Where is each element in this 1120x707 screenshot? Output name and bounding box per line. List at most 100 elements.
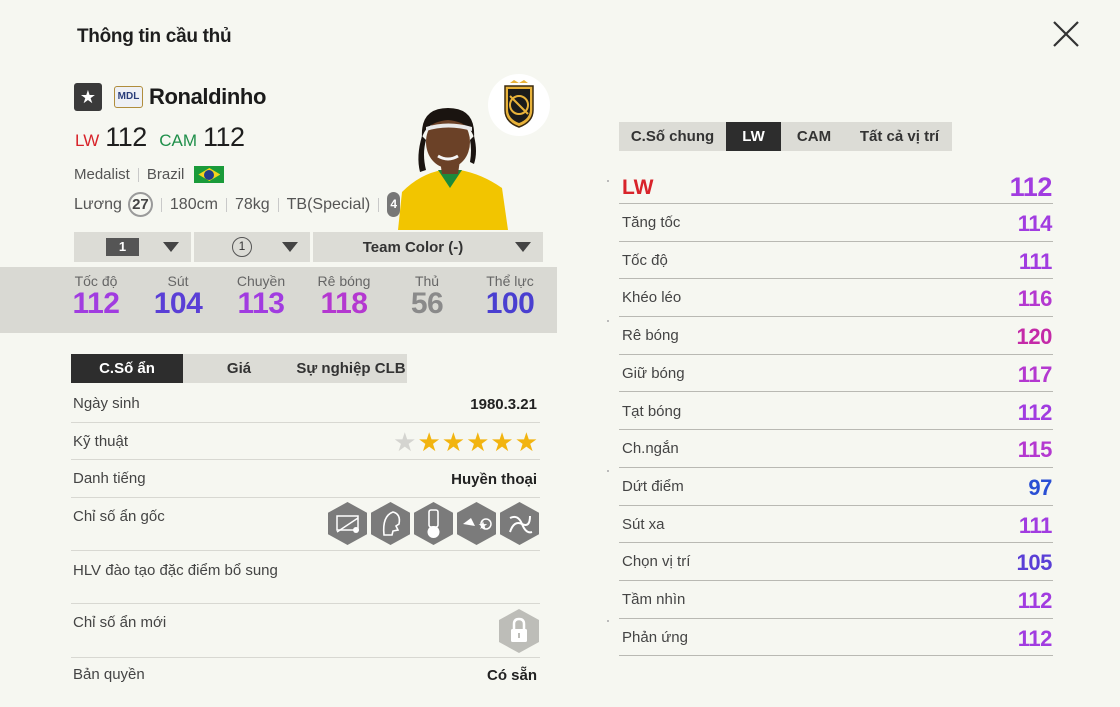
divider (607, 470, 609, 472)
attribute-value: 114 (1017, 211, 1053, 236)
stat-physical: Thể lực 100 (470, 273, 550, 321)
nationality: Brazil (146, 166, 185, 183)
attribute-label: Ch.ngắn (622, 440, 679, 458)
chevron-down-icon (163, 242, 179, 252)
divider (225, 197, 227, 212)
stat-passing: Chuyền 113 (221, 273, 301, 321)
stat-value: 56 (410, 287, 444, 320)
tab-price[interactable]: Giá (183, 354, 295, 383)
position-ovr: 112 (203, 122, 245, 152)
attribute-value: 116 (1017, 286, 1053, 312)
attribute-row: Ch.ngắn 115 (619, 430, 1053, 468)
team-level-select[interactable]: 1 (194, 232, 310, 262)
favorite-star-icon[interactable]: ★ (74, 83, 102, 111)
stat-defending: Thủ 56 (387, 273, 467, 321)
team-color-value: Team Color (-) (362, 238, 464, 256)
new-traits-label: Chỉ số ẩn mới (73, 614, 167, 631)
position-ovr-row: LW 112 (619, 166, 1053, 204)
tab-general-stats[interactable]: C.Số chung (619, 122, 726, 151)
tab-cam[interactable]: CAM (781, 122, 847, 151)
birthday-label: Ngày sinh (73, 395, 140, 412)
tab-hidden-stats[interactable]: C.Số ẩn (71, 354, 183, 383)
attribute-label: Tốc độ (622, 251, 668, 269)
attribute-label: Khéo léo (622, 289, 682, 307)
wage-value: 27 (127, 192, 153, 217)
stat-shooting: Sút 104 (138, 273, 218, 321)
attribute-row: Tầm nhìn 112 (619, 581, 1053, 619)
upgrade-level-value: 1 (106, 238, 139, 256)
attribute-value: 112 (1017, 399, 1053, 425)
tab-all-positions[interactable]: Tất cả vị trí (847, 122, 952, 151)
tab-club-career[interactable]: Sự nghiệp CLB (295, 354, 407, 383)
traits-row: Chỉ số ẩn gốc ★ (71, 498, 540, 551)
club-logo-icon (488, 74, 550, 136)
license-row: Bản quyền Có sẵn (71, 658, 540, 698)
skill-label: Kỹ thuật (73, 433, 129, 450)
player-origin: Medalist Brazil (74, 166, 225, 183)
license-label: Bản quyền (73, 666, 145, 683)
divider (277, 197, 279, 212)
attribute-tabs: C.Số chung LW CAM Tất cả vị trí (619, 122, 952, 151)
height: 180cm (169, 195, 218, 213)
stat-dribbling: Rê bóng 118 (304, 273, 384, 321)
weight: 78kg (234, 195, 270, 213)
tab-lw[interactable]: LW (726, 122, 781, 151)
attribute-label: Chọn vị trí (622, 553, 691, 571)
upgrade-level-select[interactable]: 1 (74, 232, 191, 262)
player-physical: Lương 27 180cm 78kg TB(Special) 4 5 (74, 192, 417, 217)
attribute-label: Tăng tốc (622, 214, 681, 231)
stat-pace: Tốc độ 112 (56, 273, 136, 321)
attribute-label: Phản ứng (622, 628, 688, 646)
stat-value: 104 (153, 287, 203, 320)
attribute-value: 115 (1017, 437, 1053, 463)
attribute-label: Tầm nhìn (622, 591, 686, 608)
star-filled-icon: ★ (466, 427, 490, 457)
traits-label: Chỉ số ẩn gốc (73, 508, 165, 525)
position-ovr: 112 (105, 122, 147, 152)
reputation-row: Danh tiếng Huyền thoại (71, 460, 540, 498)
info-tabs: C.Số ẩn Giá Sự nghiệp CLB (71, 354, 407, 383)
coach-traits-row: HLV đào tạo đặc điểm bổ sung (71, 551, 540, 604)
birthday-row: Ngày sinh 1980.3.21 (71, 385, 540, 423)
attribute-value: 105 (1016, 550, 1052, 576)
page-title: Thông tin cầu thủ (77, 26, 232, 47)
close-icon[interactable] (1050, 18, 1082, 50)
attribute-label: Sút xa (622, 515, 665, 533)
divider (607, 620, 609, 622)
playmaker-trait-icon[interactable]: ★ (457, 502, 496, 545)
skill-row: Kỹ thuật ★ ★ ★ ★ ★ ★ (71, 423, 540, 460)
stat-value: 113 (237, 287, 285, 320)
attribute-row: Chọn vị trí 105 (619, 543, 1053, 581)
attribute-value: 112 (1017, 588, 1053, 613)
star-filled-icon: ★ (490, 427, 514, 457)
coach-traits-label: HLV đào tạo đặc điểm bổ sung (73, 562, 278, 579)
team-color-select[interactable]: Team Color (-) (313, 232, 543, 262)
attribute-row: Phản ứng 112 (619, 619, 1053, 657)
license-value: Có sẵn (486, 667, 537, 684)
attribute-value: 97 (1028, 474, 1052, 500)
attribute-row: Tăng tốc 114 (619, 204, 1053, 242)
technical-dribbler-trait-icon[interactable] (500, 502, 539, 545)
attribute-row: Tốc độ 111 (619, 242, 1053, 280)
skill-stars: ★ ★ ★ ★ ★ ★ (393, 429, 538, 455)
player-name: Ronaldinho (149, 84, 266, 109)
reputation-value: Huyền thoại (451, 471, 537, 488)
position-label: CAM (159, 131, 198, 150)
attribute-value: 120 (1016, 324, 1052, 350)
stat-value: 100 (485, 287, 535, 320)
stat-value: 112 (72, 287, 120, 320)
long-shot-trait-icon[interactable] (328, 502, 367, 545)
speed-dribbler-trait-icon[interactable] (414, 502, 453, 545)
attribute-value: 112 (1017, 625, 1053, 651)
lock-icon[interactable] (499, 609, 539, 653)
star-empty-icon: ★ (393, 427, 417, 457)
divider (607, 320, 609, 322)
star-filled-icon: ★ (417, 427, 441, 457)
flair-trait-icon[interactable] (371, 502, 410, 545)
stat-value: 118 (320, 287, 368, 320)
reputation-label: Danh tiếng (73, 470, 146, 487)
brazil-flag-icon (194, 166, 225, 183)
divider (607, 180, 609, 182)
attribute-row: Dứt điểm 97 (619, 468, 1053, 506)
attribute-position-ovr: 112 (1009, 172, 1053, 202)
